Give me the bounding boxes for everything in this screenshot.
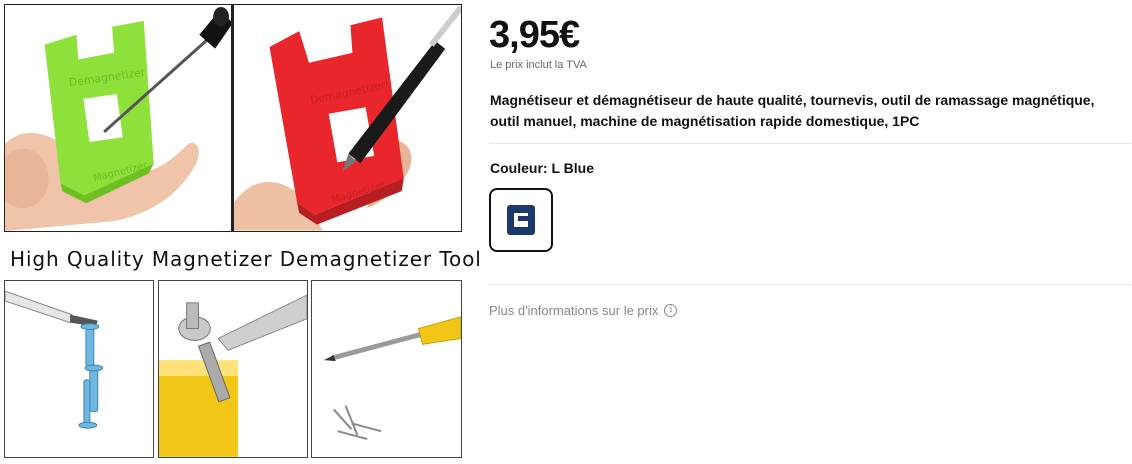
magnetic-screws-illustration	[5, 281, 153, 457]
product-image-bolt-closeup[interactable]	[158, 280, 308, 458]
product-image-magnetic-screws[interactable]	[4, 280, 154, 458]
product-image-green-magnetizer[interactable]: Demagnetizer Magnetizer	[4, 4, 232, 232]
green-magnetizer-illustration: Demagnetizer Magnetizer	[5, 5, 231, 231]
color-swatch-l-blue[interactable]	[489, 188, 553, 252]
price-info-text: Plus d'informations sur le prix	[489, 303, 659, 318]
color-selected-value: L Blue	[551, 160, 594, 176]
swatch-thumbnail	[507, 205, 535, 235]
info-icon: i	[664, 304, 678, 317]
blue-device-icon	[507, 205, 535, 235]
color-label: Couleur: L Blue	[490, 160, 594, 176]
divider	[489, 284, 1131, 285]
divider	[489, 143, 1131, 144]
bolt-closeup-illustration	[159, 281, 307, 457]
product-title: Magnétiseur et démagnétiseur de haute qu…	[490, 92, 1095, 129]
product-image-gallery[interactable]: Demagnetizer Magnetizer Demagnetizer Mag…	[4, 4, 482, 460]
tax-note: Le prix inclut la TVA	[490, 59, 587, 71]
color-label-prefix: Couleur:	[490, 160, 548, 176]
yellow-screwdriver-illustration	[312, 281, 461, 457]
red-magnetizer-illustration: Demagnetizer Magnetizer	[234, 5, 461, 231]
product-price: 3,95€	[489, 14, 580, 56]
image-banner-text: High Quality Magnetizer Demagnetizer Too…	[10, 247, 482, 271]
product-image-yellow-screwdriver[interactable]	[311, 280, 462, 458]
product-image-red-magnetizer[interactable]: Demagnetizer Magnetizer	[232, 4, 462, 232]
price-info-link[interactable]: Plus d'informations sur le prix i	[489, 303, 678, 318]
